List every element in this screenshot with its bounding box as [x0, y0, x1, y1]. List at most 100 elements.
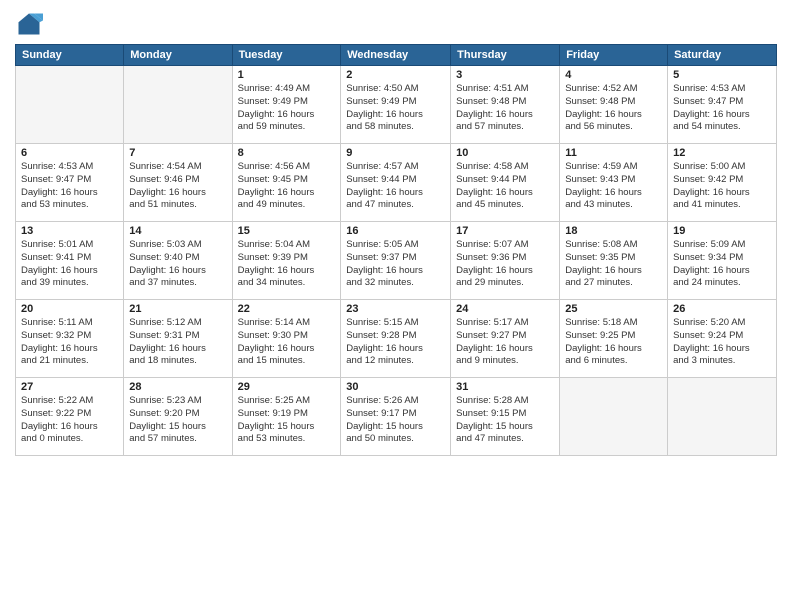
week-row-5: 27 Sunrise: 5:22 AM Sunset: 9:22 PM Dayli…	[16, 378, 777, 456]
calendar-cell: 7Sunrise: 4:54 AM Sunset: 9:46 PM Daylig…	[124, 144, 232, 222]
calendar: SundayMondayTuesdayWednesdayThursdayFrid…	[15, 44, 777, 456]
day-info: Sunrise: 5:11 AM Sunset: 9:32 PM Dayligh…	[21, 317, 118, 368]
day-info: Sunrise: 4:57 AM Sunset: 9:44 PM Dayligh…	[346, 161, 445, 212]
weekday-header-thursday: Thursday	[451, 45, 560, 66]
calendar-cell: 27 Sunrise: 5:22 AM Sunset: 9:22 PM Dayli…	[16, 378, 124, 456]
calendar-cell: 14 Sunrise: 5:03 AM Sunset: 9:40 PM Dayli…	[124, 222, 232, 300]
day-number: 10	[456, 147, 554, 159]
day-number: 20	[21, 303, 118, 315]
calendar-cell: 5 Sunrise: 4:53 AM Sunset: 9:47 PM Daylig…	[668, 66, 777, 144]
day-info: Sunrise: 5:09 AM Sunset: 9:34 PM Dayligh…	[673, 239, 771, 290]
day-number: 1	[238, 69, 336, 81]
day-number: 26	[673, 303, 771, 315]
calendar-cell	[668, 378, 777, 456]
day-number: 30	[346, 381, 445, 393]
calendar-cell: 26 Sunrise: 5:20 AM Sunset: 9:24 PM Dayli…	[668, 300, 777, 378]
day-info: Sunrise: 5:23 AM Sunset: 9:20 PM Dayligh…	[129, 395, 226, 446]
calendar-cell: 4Sunrise: 4:52 AM Sunset: 9:48 PM Daylig…	[560, 66, 668, 144]
day-info: Sunrise: 5:28 AM Sunset: 9:15 PM Dayligh…	[456, 395, 554, 446]
day-info: Sunrise: 4:53 AM Sunset: 9:47 PM Dayligh…	[673, 83, 771, 134]
calendar-cell: 28 Sunrise: 5:23 AM Sunset: 9:20 PM Dayli…	[124, 378, 232, 456]
day-number: 18	[565, 225, 662, 237]
calendar-cell: 13 Sunrise: 5:01 AM Sunset: 9:41 PM Dayli…	[16, 222, 124, 300]
day-number: 9	[346, 147, 445, 159]
calendar-cell: 25 Sunrise: 5:18 AM Sunset: 9:25 PM Dayli…	[560, 300, 668, 378]
calendar-cell: 3 Sunrise: 4:51 AM Sunset: 9:48 PM Daylig…	[451, 66, 560, 144]
day-info: Sunrise: 5:18 AM Sunset: 9:25 PM Dayligh…	[565, 317, 662, 368]
day-number: 8	[238, 147, 336, 159]
calendar-cell: 2 Sunrise: 4:50 AM Sunset: 9:49 PM Daylig…	[341, 66, 451, 144]
day-info: Sunrise: 4:56 AM Sunset: 9:45 PM Dayligh…	[238, 161, 336, 212]
day-info: Sunrise: 5:01 AM Sunset: 9:41 PM Dayligh…	[21, 239, 118, 290]
day-info: Sunrise: 5:25 AM Sunset: 9:19 PM Dayligh…	[238, 395, 336, 446]
day-number: 17	[456, 225, 554, 237]
day-info: Sunrise: 4:52 AM Sunset: 9:48 PM Dayligh…	[565, 83, 662, 134]
calendar-cell	[16, 66, 124, 144]
day-info: Sunrise: 4:54 AM Sunset: 9:46 PM Dayligh…	[129, 161, 226, 212]
week-row-2: 6 Sunrise: 4:53 AM Sunset: 9:47 PM Daylig…	[16, 144, 777, 222]
day-info: Sunrise: 4:58 AM Sunset: 9:44 PM Dayligh…	[456, 161, 554, 212]
weekday-header-tuesday: Tuesday	[232, 45, 341, 66]
day-number: 14	[129, 225, 226, 237]
logo	[15, 10, 47, 38]
calendar-cell: 22 Sunrise: 5:14 AM Sunset: 9:30 PM Dayli…	[232, 300, 341, 378]
day-info: Sunrise: 4:50 AM Sunset: 9:49 PM Dayligh…	[346, 83, 445, 134]
weekday-header-row: SundayMondayTuesdayWednesdayThursdayFrid…	[16, 45, 777, 66]
calendar-cell: 17 Sunrise: 5:07 AM Sunset: 9:36 PM Dayli…	[451, 222, 560, 300]
day-info: Sunrise: 5:20 AM Sunset: 9:24 PM Dayligh…	[673, 317, 771, 368]
day-number: 28	[129, 381, 226, 393]
calendar-cell: 15 Sunrise: 5:04 AM Sunset: 9:39 PM Dayli…	[232, 222, 341, 300]
day-info: Sunrise: 4:49 AM Sunset: 9:49 PM Dayligh…	[238, 83, 336, 134]
day-number: 19	[673, 225, 771, 237]
calendar-cell: 21Sunrise: 5:12 AM Sunset: 9:31 PM Dayli…	[124, 300, 232, 378]
page: SundayMondayTuesdayWednesdayThursdayFrid…	[0, 0, 792, 612]
day-number: 12	[673, 147, 771, 159]
weekday-header-monday: Monday	[124, 45, 232, 66]
day-number: 2	[346, 69, 445, 81]
weekday-header-wednesday: Wednesday	[341, 45, 451, 66]
day-info: Sunrise: 5:03 AM Sunset: 9:40 PM Dayligh…	[129, 239, 226, 290]
day-info: Sunrise: 5:04 AM Sunset: 9:39 PM Dayligh…	[238, 239, 336, 290]
calendar-cell: 30 Sunrise: 5:26 AM Sunset: 9:17 PM Dayli…	[341, 378, 451, 456]
day-info: Sunrise: 5:14 AM Sunset: 9:30 PM Dayligh…	[238, 317, 336, 368]
day-number: 27	[21, 381, 118, 393]
weekday-header-sunday: Sunday	[16, 45, 124, 66]
week-row-1: 1 Sunrise: 4:49 AM Sunset: 9:49 PM Daylig…	[16, 66, 777, 144]
day-number: 31	[456, 381, 554, 393]
day-info: Sunrise: 5:07 AM Sunset: 9:36 PM Dayligh…	[456, 239, 554, 290]
calendar-cell: 1 Sunrise: 4:49 AM Sunset: 9:49 PM Daylig…	[232, 66, 341, 144]
day-number: 15	[238, 225, 336, 237]
day-number: 23	[346, 303, 445, 315]
week-row-4: 20 Sunrise: 5:11 AM Sunset: 9:32 PM Dayli…	[16, 300, 777, 378]
day-number: 5	[673, 69, 771, 81]
day-info: Sunrise: 5:26 AM Sunset: 9:17 PM Dayligh…	[346, 395, 445, 446]
calendar-cell: 8 Sunrise: 4:56 AM Sunset: 9:45 PM Daylig…	[232, 144, 341, 222]
calendar-cell: 19 Sunrise: 5:09 AM Sunset: 9:34 PM Dayli…	[668, 222, 777, 300]
day-number: 21	[129, 303, 226, 315]
calendar-cell: 24Sunrise: 5:17 AM Sunset: 9:27 PM Dayli…	[451, 300, 560, 378]
day-info: Sunrise: 5:15 AM Sunset: 9:28 PM Dayligh…	[346, 317, 445, 368]
calendar-cell: 23 Sunrise: 5:15 AM Sunset: 9:28 PM Dayli…	[341, 300, 451, 378]
day-number: 16	[346, 225, 445, 237]
day-info: Sunrise: 5:00 AM Sunset: 9:42 PM Dayligh…	[673, 161, 771, 212]
day-info: Sunrise: 5:08 AM Sunset: 9:35 PM Dayligh…	[565, 239, 662, 290]
day-number: 24	[456, 303, 554, 315]
day-info: Sunrise: 4:53 AM Sunset: 9:47 PM Dayligh…	[21, 161, 118, 212]
day-number: 6	[21, 147, 118, 159]
weekday-header-saturday: Saturday	[668, 45, 777, 66]
day-number: 13	[21, 225, 118, 237]
day-number: 22	[238, 303, 336, 315]
day-info: Sunrise: 4:51 AM Sunset: 9:48 PM Dayligh…	[456, 83, 554, 134]
calendar-cell: 29Sunrise: 5:25 AM Sunset: 9:19 PM Dayli…	[232, 378, 341, 456]
day-info: Sunrise: 4:59 AM Sunset: 9:43 PM Dayligh…	[565, 161, 662, 212]
day-number: 3	[456, 69, 554, 81]
weekday-header-friday: Friday	[560, 45, 668, 66]
day-info: Sunrise: 5:22 AM Sunset: 9:22 PM Dayligh…	[21, 395, 118, 446]
calendar-cell: 16Sunrise: 5:05 AM Sunset: 9:37 PM Dayli…	[341, 222, 451, 300]
calendar-cell: 9 Sunrise: 4:57 AM Sunset: 9:44 PM Daylig…	[341, 144, 451, 222]
calendar-cell	[124, 66, 232, 144]
calendar-cell: 31 Sunrise: 5:28 AM Sunset: 9:15 PM Dayli…	[451, 378, 560, 456]
day-number: 25	[565, 303, 662, 315]
calendar-cell: 18 Sunrise: 5:08 AM Sunset: 9:35 PM Dayli…	[560, 222, 668, 300]
header	[15, 10, 777, 38]
